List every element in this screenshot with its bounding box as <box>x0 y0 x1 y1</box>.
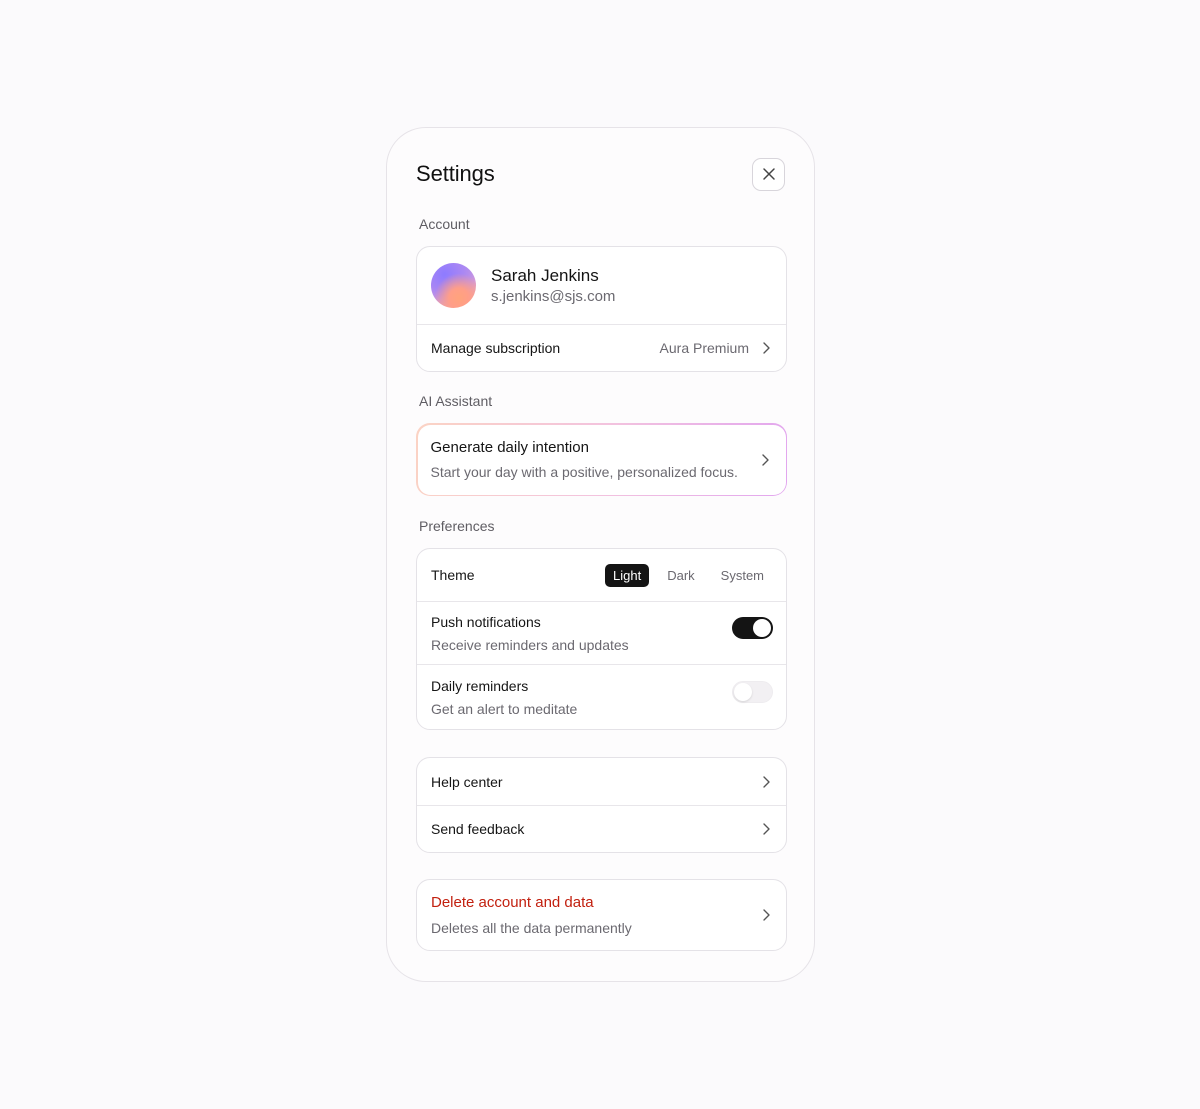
send-feedback-label: Send feedback <box>431 821 525 837</box>
avatar <box>431 263 476 308</box>
settings-panel: Settings Account Sarah Jenkins s.jenkins… <box>386 127 815 982</box>
delete-account-text: Delete account and data Deletes all the … <box>431 894 632 936</box>
user-name: Sarah Jenkins <box>491 266 599 285</box>
close-button[interactable] <box>752 157 785 191</box>
subscription-value-group: Aura Premium <box>660 340 773 356</box>
manage-subscription-label: Manage subscription <box>431 340 561 356</box>
chevron-right-icon <box>763 823 770 835</box>
profile-info: Sarah Jenkins s.jenkins@sjs.com <box>491 266 615 305</box>
delete-account-subtitle: Deletes all the data permanently <box>431 920 632 936</box>
chevron-right-icon <box>761 453 769 466</box>
daily-intention-subtitle: Start your day with a positive, personal… <box>430 464 738 480</box>
push-notifications-row: Push notifications Receive reminders and… <box>417 601 786 664</box>
push-notifications-title: Push notifications <box>431 613 541 630</box>
section-label-ai: AI Assistant <box>419 393 493 409</box>
daily-intention-card[interactable]: Generate daily intention Start your day … <box>416 423 787 496</box>
daily-intention-title: Generate daily intention <box>430 439 589 456</box>
settings-header: Settings <box>416 157 785 191</box>
push-notifications-subtitle: Receive reminders and updates <box>431 636 629 653</box>
toggle-knob <box>734 683 752 701</box>
support-card: Help center Send feedback <box>416 757 787 853</box>
chevron-right-icon <box>763 342 770 354</box>
help-center-row[interactable]: Help center <box>417 758 786 805</box>
subscription-plan: Aura Premium <box>659 340 749 356</box>
delete-account-row: Delete account and data Deletes all the … <box>417 880 786 950</box>
chevron-right-icon <box>763 775 770 788</box>
daily-intention-inner: Generate daily intention Start your day … <box>417 424 786 495</box>
theme-label: Theme <box>431 567 475 583</box>
theme-option-dark[interactable]: Dark <box>659 564 702 587</box>
section-label-preferences: Preferences <box>419 518 495 534</box>
theme-row: Theme Light Dark System <box>417 549 786 601</box>
manage-subscription-row[interactable]: Manage subscription Aura Premium <box>417 324 786 371</box>
theme-option-system[interactable]: System <box>713 564 772 587</box>
daily-reminders-subtitle: Get an alert to meditate <box>431 700 578 717</box>
delete-account-title: Delete account and data <box>431 894 594 911</box>
daily-reminders-row: Daily reminders Get an alert to meditate <box>417 664 786 729</box>
preferences-card: Theme Light Dark System Push notificatio… <box>416 548 787 730</box>
close-icon <box>762 168 775 180</box>
daily-intention-text: Generate daily intention Start your day … <box>431 439 738 480</box>
theme-segmented-control: Light Dark System <box>605 563 772 587</box>
page-title: Settings <box>416 161 495 186</box>
section-label-account: Account <box>419 216 470 232</box>
daily-reminders-title: Daily reminders <box>431 677 529 694</box>
toggle-knob <box>753 619 771 637</box>
push-notifications-toggle[interactable] <box>732 617 773 639</box>
help-center-label: Help center <box>431 773 503 790</box>
theme-option-light[interactable]: Light <box>605 563 650 587</box>
daily-reminders-text: Daily reminders Get an alert to meditate <box>431 678 577 717</box>
account-card: Sarah Jenkins s.jenkins@sjs.com Manage s… <box>416 246 787 372</box>
push-notifications-text: Push notifications Receive reminders and… <box>431 614 629 653</box>
daily-reminders-toggle[interactable] <box>732 681 773 703</box>
profile-row[interactable]: Sarah Jenkins s.jenkins@sjs.com <box>417 247 786 324</box>
chevron-right-icon <box>763 909 770 921</box>
send-feedback-row[interactable]: Send feedback <box>417 805 786 852</box>
user-email: s.jenkins@sjs.com <box>491 288 616 305</box>
delete-account-card[interactable]: Delete account and data Deletes all the … <box>416 879 787 951</box>
